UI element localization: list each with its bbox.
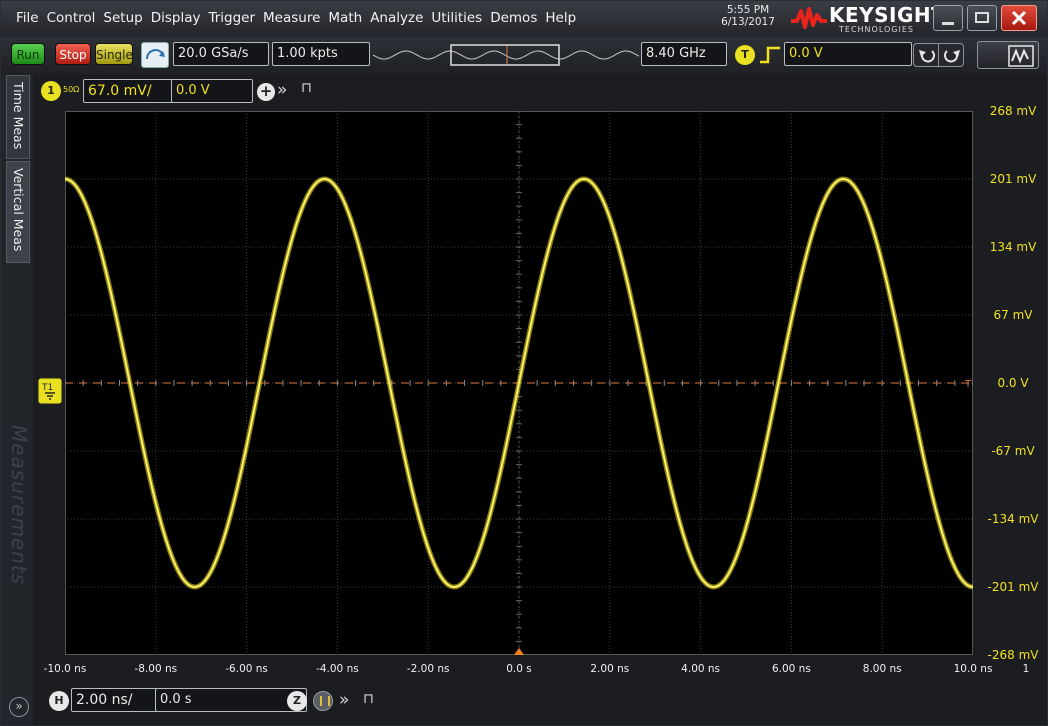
channel-impedance: 50Ω <box>63 85 80 94</box>
pin-horizontal-icon[interactable]: ⊓ <box>363 691 374 707</box>
x-tick-label: -10.0 ns <box>43 663 87 675</box>
navigation-button[interactable] <box>313 691 333 711</box>
x-tick-label: 2.00 ns <box>590 663 630 675</box>
scope-window: File Control Setup Display Trigger Measure Mat… <box>0 0 1048 726</box>
vertical-offset-field[interactable]: 0.0 V <box>171 79 253 103</box>
menu-demos[interactable]: Demos <box>489 10 538 26</box>
horizontal-badge[interactable]: H <box>49 691 69 711</box>
autoscale-button[interactable] <box>141 42 169 68</box>
y-tick-label: -201 mV <box>987 580 1039 594</box>
horizontal-control-bar: H 2.00 ns/ 0.0 s Z » ⊓ <box>35 681 435 721</box>
undo-icon <box>919 50 935 63</box>
y-tick-label: -134 mV <box>987 512 1039 526</box>
x-tick-label-extra: 1 <box>1022 663 1030 675</box>
tab-vertical-meas[interactable]: Vertical Meas <box>6 161 30 263</box>
waveform-display[interactable]: T <box>65 111 973 655</box>
minimize-button[interactable] <box>933 5 963 31</box>
redo-button[interactable] <box>938 43 964 67</box>
channel-ground-marker[interactable]: T1 <box>37 377 63 405</box>
run-button[interactable]: Run <box>11 43 45 65</box>
y-tick-label: 0.0 V <box>997 376 1029 390</box>
y-tick-label: 201 mV <box>989 172 1037 186</box>
y-tick-label: 67 mV <box>993 308 1033 322</box>
x-tick-label: 10.0 ns <box>953 663 993 675</box>
menu-measure[interactable]: Measure <box>262 10 321 26</box>
expand-panel-button[interactable]: » <box>9 697 29 717</box>
undo-button[interactable] <box>913 43 939 67</box>
x-tick-label: -4.00 ns <box>316 663 359 675</box>
pin-icon[interactable]: ⊓ <box>301 80 312 96</box>
trigger-badge[interactable]: T <box>735 45 755 65</box>
svg-text:T1: T1 <box>41 383 53 393</box>
brand-sub: TECHNOLOGIES <box>839 25 914 34</box>
y-tick-label: -268 mV <box>987 648 1039 662</box>
menu-control[interactable]: Control <box>46 10 97 26</box>
add-channel-button[interactable]: + <box>257 83 275 101</box>
menu-setup[interactable]: Setup <box>102 10 143 26</box>
display-mode-button[interactable] <box>977 41 1039 69</box>
channel-1-badge[interactable]: 1 <box>41 81 61 101</box>
y-tick-label: 268 mV <box>989 104 1037 118</box>
redo-icon <box>944 50 960 63</box>
left-tab-panel: Time Meas Vertical Meas Measurements » <box>1 75 33 725</box>
bandwidth-field[interactable]: 8.40 GHz <box>641 42 727 66</box>
clock-time: 5:55 PM <box>726 4 770 16</box>
menu-list: File Control Setup Display Trigger Measure Mat… <box>15 10 577 26</box>
waveform-mode-icon <box>1008 45 1034 67</box>
menu-display[interactable]: Display <box>150 10 202 26</box>
expand-horizontal-icon[interactable]: » <box>339 690 349 710</box>
rising-edge-icon[interactable] <box>759 45 781 65</box>
y-tick-label: -67 mV <box>991 444 1035 458</box>
clock: 5:55 PM 6/13/2017 <box>707 4 789 28</box>
y-tick-label: 134 mV <box>989 240 1037 254</box>
close-button[interactable] <box>1001 5 1037 31</box>
keysight-wave-icon <box>791 7 827 29</box>
keysight-logo: KEYSIGHT TECHNOLOGIES <box>791 3 945 35</box>
brand-name: KEYSIGHT <box>829 3 946 27</box>
expand-channels-icon[interactable]: » <box>277 80 287 100</box>
menu-file[interactable]: File <box>15 10 40 26</box>
memory-depth-field[interactable]: 1.00 kpts <box>272 42 370 66</box>
horizontal-position-field[interactable]: 0.0 s <box>155 688 307 712</box>
clock-date: 6/13/2017 <box>721 16 775 28</box>
x-tick-label: 4.00 ns <box>681 663 721 675</box>
close-icon <box>1011 10 1027 26</box>
tab-vertical-meas-label: Vertical Meas <box>11 168 26 252</box>
x-tick-label: -6.00 ns <box>225 663 268 675</box>
measurements-watermark: Measurements <box>7 425 31 586</box>
trigger-marker: T <box>964 379 972 390</box>
menu-bar: File Control Setup Display Trigger Measure Mat… <box>1 1 1047 37</box>
maximize-button[interactable] <box>967 5 997 31</box>
menu-math[interactable]: Math <box>327 10 363 26</box>
x-tick-label: 8.00 ns <box>862 663 902 675</box>
menu-help[interactable]: Help <box>544 10 577 26</box>
x-tick-label: -8.00 ns <box>134 663 178 675</box>
tab-time-meas[interactable]: Time Meas <box>6 75 30 159</box>
menu-analyze[interactable]: Analyze <box>369 10 424 26</box>
acquisition-overview[interactable] <box>373 44 639 66</box>
tab-time-meas-label: Time Meas <box>11 82 26 150</box>
channel-control-bar: 1 50Ω 67.0 mV/ 0.0 V + » ⊓ <box>35 75 335 105</box>
zoom-button[interactable]: Z <box>287 691 307 711</box>
single-button[interactable]: Single <box>95 43 133 65</box>
toolbar: Run Stop Single 20.0 GSa/s 1.00 kpts 8.4… <box>1 37 1047 75</box>
x-tick-label: 6.00 ns <box>771 663 811 675</box>
x-tick-label: -2.00 ns <box>406 663 450 675</box>
menu-utilities[interactable]: Utilities <box>430 10 483 26</box>
trigger-position-marker <box>514 648 524 655</box>
trigger-level-field[interactable]: 0.0 V <box>784 42 912 66</box>
autoscale-icon <box>146 49 165 60</box>
stop-button[interactable]: Stop <box>55 43 91 65</box>
menu-trigger[interactable]: Trigger <box>207 10 256 26</box>
x-tick-label: 0.0 s <box>506 663 532 675</box>
waveform-plot: T <box>65 111 973 655</box>
sample-rate-field[interactable]: 20.0 GSa/s <box>173 42 269 66</box>
